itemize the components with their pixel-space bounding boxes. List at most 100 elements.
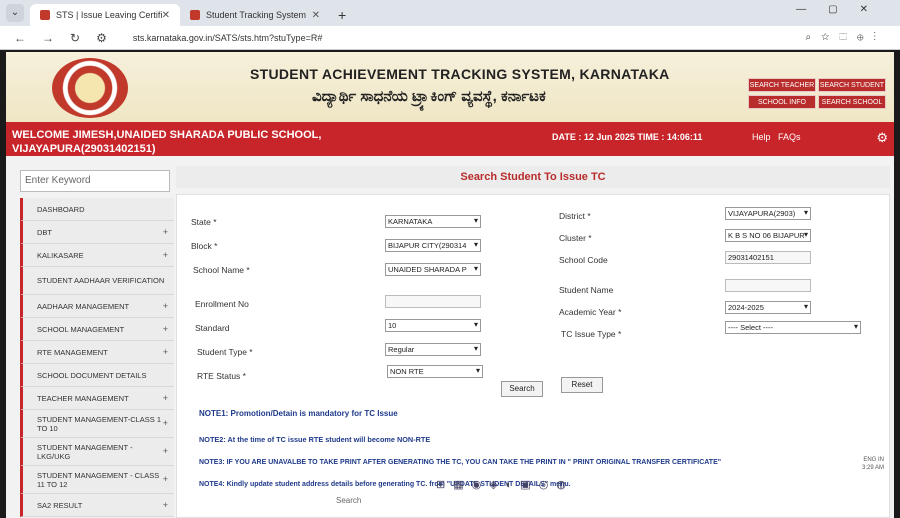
tab-label: Student Tracking System [206,10,307,20]
gear-icon[interactable]: ⚙ [876,130,888,146]
site-favicon-icon [190,10,200,20]
search-button[interactable]: Search [501,381,543,397]
browser-tab-bar: ⌄ STS | Issue Leaving Certificate ✕ Stud… [0,0,900,26]
note-2: NOTE2: At the time of TC issue RTE stude… [199,435,431,444]
state-select[interactable]: KARNATAKA [385,215,481,228]
rte-status-select[interactable]: NON RTE [387,365,483,378]
student-name-input[interactable] [725,279,811,292]
welcome-text: WELCOME JIMESH,UNAIDED SHARADA PUBLIC SC… [12,128,321,156]
tab-issue-leaving-certificate[interactable]: STS | Issue Leaving Certificate ✕ [30,4,180,26]
forward-icon[interactable]: → [42,31,54,45]
sidebar-item[interactable]: SA2 RESULT + [20,494,174,517]
search-teacher-button[interactable]: SEARCH TEACHER [748,78,816,92]
sidebar-item-label: STUDENT MANAGEMENT - LKG/UKG [37,442,133,461]
sidebar-item[interactable]: KALIKASARE + [20,244,174,267]
academic-year-label: Academic Year * [559,307,622,317]
close-tab-icon[interactable]: ✕ [312,10,320,21]
sidebar-item[interactable]: AADHAAR MANAGEMENT + [20,295,174,318]
tc-issue-type-label: TC Issue Type * [561,329,622,339]
expand-plus-icon: + [162,323,168,334]
note-1: NOTE1: Promotion/Detain is mandatory for… [199,409,398,418]
expand-plus-icon: + [162,474,168,484]
window-controls[interactable]: —▢✕ [796,4,890,15]
tc-issue-type-select[interactable]: ---- Select ---- [725,321,861,334]
help-link[interactable]: Help [752,132,771,142]
enrollment-input[interactable] [385,295,481,308]
standard-select[interactable]: 10 [385,319,481,332]
tab-label: STS | Issue Leaving Certificate [56,10,162,20]
reset-button[interactable]: Reset [561,377,603,393]
sidebar-item-label: RTE MANAGEMENT [37,347,108,357]
sidebar-item[interactable]: STUDENT MANAGEMENT-CLASS 1 TO 10 + [20,410,174,438]
cluster-label: Cluster * [559,233,592,243]
cluster-select[interactable]: K B S NO 06 BIJAPUR [725,229,811,242]
faqs-link[interactable]: FAQs [778,132,801,142]
sidebar-item-label: AADHAAR MANAGEMENT [37,301,130,311]
sidebar-item[interactable]: STUDENT AADHAAR VERIFICATION [20,267,174,295]
taskbar-search[interactable]: Search [336,496,361,505]
welcome-line-2: VIJAYAPURA(29031402151) [12,143,156,155]
tray-time: 3:29 AM [861,465,884,471]
student-type-select[interactable]: Regular [385,343,481,356]
address-bar: ← → ↻ ⚙ sts.karnataka.gov.in/SATS/sts.ht… [0,26,900,50]
site-info-icon[interactable]: ⚙ [96,31,107,45]
block-select[interactable]: BIJAPUR CITY(290314 [385,239,481,252]
welcome-line-1: WELCOME JIMESH,UNAIDED SHARADA PUBLIC SC… [12,129,322,141]
search-school-button[interactable]: SEARCH SCHOOL [818,95,886,109]
school-name-label: School Name * [193,265,250,275]
sidebar-item[interactable]: RTE MANAGEMENT + [20,341,174,364]
new-tab-icon[interactable]: + [338,7,346,23]
help-links: Help FAQs [752,132,801,142]
taskbar-app-icons[interactable]: ⊞▦◉◈◐▣◎◍ [436,478,574,491]
sidebar-item-label: STUDENT AADHAAR VERIFICATION [37,276,165,285]
reload-icon[interactable]: ↻ [70,31,80,45]
sidebar-item[interactable]: TEACHER MANAGEMENT + [20,387,174,410]
sidebar-item-label: DASHBOARD [37,204,85,214]
system-title-english: STUDENT ACHIEVEMENT TRACKING SYSTEM, KAR… [250,66,670,82]
sidebar-item[interactable]: DBT + [20,221,174,244]
sidebar-item[interactable]: SCHOOL DOCUMENT DETAILS [20,364,174,387]
rte-status-label: RTE Status * [197,371,246,381]
enrollment-label: Enrollment No [195,299,249,309]
school-code-input[interactable]: 29031402151 [725,251,811,264]
school-name-select[interactable]: UNAIDED SHARADA P [385,263,481,276]
school-info-button[interactable]: SCHOOL INFO [748,95,816,109]
date-time: DATE : 12 Jun 2025 TIME : 14:06:11 [552,132,703,142]
expand-plus-icon: + [162,300,168,311]
page-title: Search Student To Issue TC [176,166,890,188]
tray-language: ENG IN [863,457,884,463]
back-icon[interactable]: ← [14,31,26,45]
academic-year-select[interactable]: 2024-2025 [725,301,811,314]
sidebar-item-label: SCHOOL DOCUMENT DETAILS [37,370,147,380]
expand-plus-icon: + [162,499,168,510]
tab-search-icon[interactable]: ⌄ [6,4,24,22]
district-select[interactable]: VIJAYAPURA(2903) [725,207,811,220]
taskbar: Search ⊞▦◉◈◐▣◎◍ ENG IN 3:29 AM [296,456,894,518]
sidebar-item-label: DBT [37,227,52,237]
expand-plus-icon: + [162,392,168,403]
expand-plus-icon: + [162,226,168,237]
tab-student-tracking-system[interactable]: Student Tracking System ✕ [180,4,330,26]
system-tray: ENG IN 3:29 AM [862,456,884,472]
expand-plus-icon: + [162,249,168,260]
keyword-search-input[interactable]: Enter Keyword [20,170,170,192]
sidebar-item[interactable]: DASHBOARD [20,198,174,221]
expand-plus-icon: + [162,346,168,357]
page: STUDENT ACHIEVEMENT TRACKING SYSTEM, KAR… [6,52,894,518]
search-student-button[interactable]: SEARCH STUDENT [818,78,886,92]
sidebar-item[interactable]: STUDENT MANAGEMENT - CLASS 11 TO 12 + [20,466,174,494]
sidebar-menu: DASHBOARD DBT + KALIKASARE + STUDENT AADHA… [20,198,174,517]
sidebar-item-label: STUDENT MANAGEMENT-CLASS 1 TO 10 [37,414,162,433]
sidebar-item-label: KALIKASARE [37,250,84,260]
close-tab-icon[interactable]: ✕ [162,10,170,21]
student-type-label: Student Type * [197,347,253,357]
state-label: State * [191,217,217,227]
school-code-label: School Code [559,255,608,265]
url-text[interactable]: sts.karnataka.gov.in/SATS/sts.htm?stuTyp… [133,33,323,43]
site-favicon-icon [40,10,50,20]
site-header: STUDENT ACHIEVEMENT TRACKING SYSTEM, KAR… [6,52,894,122]
karnataka-emblem-logo [52,58,128,118]
address-actions[interactable]: ⌕☆⬚⊕⋮ [806,32,886,43]
sidebar-item[interactable]: STUDENT MANAGEMENT - LKG/UKG + [20,438,174,466]
sidebar-item[interactable]: SCHOOL MANAGEMENT + [20,318,174,341]
